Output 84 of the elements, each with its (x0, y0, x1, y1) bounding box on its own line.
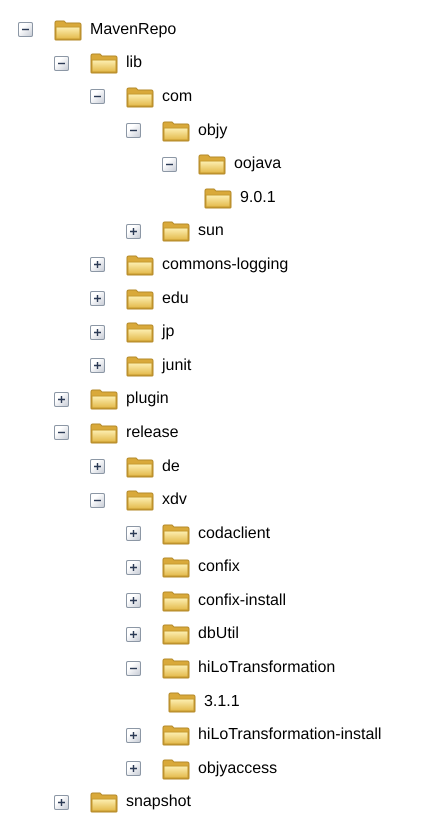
expander-toggle[interactable] (126, 123, 141, 138)
folder-label[interactable]: junit (160, 356, 194, 376)
folder-icon (90, 791, 118, 814)
folder-label[interactable]: plugin (124, 389, 171, 410)
expander-toggle[interactable] (126, 526, 141, 542)
folder-label[interactable]: sun (196, 221, 226, 242)
expander-toggle[interactable] (18, 22, 33, 38)
plus-icon (129, 730, 138, 740)
plus-icon (93, 260, 102, 270)
folder-icon (126, 288, 154, 310)
expander-toggle[interactable] (54, 392, 69, 407)
folder-label[interactable]: dbUtil (196, 624, 241, 644)
plus-icon (93, 328, 102, 337)
folder-label[interactable]: objy (196, 120, 230, 141)
folder-icon (126, 456, 154, 478)
expander-toggle[interactable] (90, 89, 105, 104)
expander-toggle[interactable] (90, 324, 105, 340)
plus-icon (129, 596, 138, 606)
folder-icon (168, 690, 196, 713)
plus-icon (129, 529, 138, 538)
folder-icon (54, 18, 82, 41)
expander-toggle[interactable] (162, 156, 177, 172)
folder-icon (162, 556, 190, 578)
expander-toggle[interactable] (90, 358, 105, 374)
expander-toggle[interactable] (126, 728, 141, 743)
folder-icon (126, 321, 154, 344)
expander-toggle[interactable] (126, 224, 141, 239)
folder-label[interactable]: de (160, 456, 182, 477)
folder-icon (162, 758, 190, 780)
expander-toggle[interactable] (90, 492, 105, 508)
folder-label[interactable]: confix (196, 557, 242, 578)
plus-icon (129, 630, 138, 639)
folder-icon (162, 657, 190, 680)
folder-label[interactable]: edu (160, 288, 191, 309)
expander-toggle[interactable] (126, 660, 141, 676)
folder-label[interactable]: commons-logging (160, 254, 290, 275)
folder-icon (162, 522, 190, 545)
plus-icon (93, 294, 102, 304)
expander-toggle[interactable] (54, 794, 69, 810)
folder-icon (126, 86, 154, 108)
folder-icon (198, 153, 226, 176)
folder-icon (126, 489, 154, 512)
folder-icon (162, 120, 190, 142)
folder-label[interactable]: MavenRepo (88, 20, 178, 40)
folder-label[interactable]: snapshot (124, 792, 193, 812)
plus-icon (93, 361, 102, 370)
folder-label[interactable]: hiLoTransformation-install (196, 725, 384, 746)
expander-toggle[interactable] (126, 626, 141, 642)
plus-icon (57, 394, 66, 404)
plus-icon (129, 226, 138, 236)
expander-toggle[interactable] (90, 257, 105, 272)
folder-icon (90, 52, 118, 74)
expander-toggle[interactable] (54, 425, 69, 440)
folder-label[interactable]: objyaccess (196, 758, 280, 779)
folder-icon (162, 724, 190, 746)
plus-icon (57, 798, 66, 807)
folder-icon (126, 254, 154, 276)
expander-toggle[interactable] (90, 291, 105, 306)
folder-icon (90, 422, 118, 444)
plus-icon (129, 764, 138, 774)
expander-toggle[interactable] (54, 56, 69, 71)
folder-label[interactable]: codaclient (196, 524, 272, 544)
folder-icon (162, 590, 190, 612)
plus-icon (93, 462, 102, 472)
folder-label[interactable]: release (124, 422, 180, 443)
folder-label[interactable]: jp (160, 322, 176, 342)
folder-icon (162, 623, 190, 646)
expander-toggle[interactable] (126, 560, 141, 575)
plus-icon (129, 562, 138, 572)
folder-label[interactable]: lib (124, 53, 144, 74)
folder-icon (162, 220, 190, 242)
folder-label[interactable]: oojava (232, 154, 284, 174)
folder-icon (126, 354, 154, 377)
expander-toggle[interactable] (90, 459, 105, 474)
expander-toggle[interactable] (126, 761, 141, 776)
folder-label[interactable]: 9.0.1 (238, 188, 278, 208)
folder-icon (90, 388, 118, 410)
expander-toggle[interactable] (126, 593, 141, 608)
folder-label[interactable]: xdv (160, 490, 189, 510)
folder-icon (204, 186, 232, 209)
folder-label[interactable]: hiLoTransformation (196, 658, 338, 678)
folder-label[interactable]: com (160, 86, 194, 107)
folder-label[interactable]: 3.1.1 (202, 692, 242, 712)
folder-label[interactable]: confix-install (196, 590, 288, 611)
